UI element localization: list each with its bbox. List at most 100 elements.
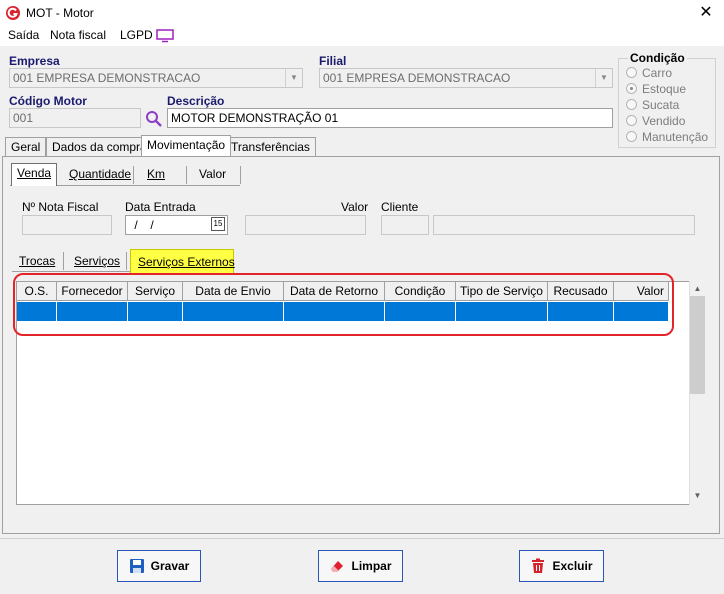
column-header-fornecedor[interactable]: Fornecedor — [57, 282, 128, 301]
table-cell[interactable] — [385, 302, 456, 321]
tab-geral[interactable]: Geral — [5, 137, 47, 156]
table-cell[interactable] — [456, 302, 548, 321]
scroll-up-icon[interactable]: ▲ — [690, 282, 705, 296]
radio-estoque[interactable]: Estoque — [626, 82, 686, 96]
filial-label: Filial — [319, 54, 347, 68]
menu-saida[interactable]: Saída — [8, 28, 39, 42]
tab-trocas[interactable]: Trocas — [19, 254, 55, 268]
descricao-input[interactable]: MOTOR DEMONSTRAÇÃO 01 — [167, 108, 613, 128]
valor-label: Valor — [341, 200, 369, 214]
app-logo-icon — [6, 6, 20, 20]
radio-manutencao[interactable]: Manutenção — [626, 130, 708, 144]
column-header-recusado[interactable]: Recusado — [548, 282, 614, 301]
table-cell[interactable] — [284, 302, 385, 321]
menu-bar: Saída Nota fiscal LGPD — [0, 26, 724, 46]
column-header-condicao[interactable]: Condição — [385, 282, 456, 301]
tab-servicos[interactable]: Serviços — [74, 254, 120, 268]
gravar-label: Gravar — [150, 559, 190, 573]
column-header-os[interactable]: O.S. — [17, 282, 57, 301]
radio-label: Manutenção — [642, 130, 709, 144]
scroll-down-icon[interactable]: ▼ — [690, 489, 705, 503]
radio-checked-icon — [626, 83, 637, 94]
column-header-data-retorno[interactable]: Data de Retorno — [284, 282, 385, 301]
table-cell[interactable] — [614, 302, 669, 321]
nota-fiscal-input[interactable] — [22, 215, 112, 235]
table-cell[interactable] — [57, 302, 128, 321]
radio-sucata[interactable]: Sucata — [626, 98, 679, 112]
search-icon[interactable] — [145, 110, 163, 128]
tab-dados-da-compra[interactable]: Dados da compra — [46, 137, 153, 156]
tab-transferencias[interactable]: Transferências — [225, 137, 316, 156]
column-header-servico[interactable]: Serviço — [128, 282, 183, 301]
divider — [63, 252, 64, 270]
close-button[interactable]: ✕ — [688, 0, 724, 26]
excluir-label: Excluir — [552, 559, 593, 573]
condicao-title: Condição — [628, 51, 687, 65]
menu-nota-fiscal[interactable]: Nota fiscal — [50, 28, 106, 42]
descricao-label: Descrição — [167, 94, 225, 108]
data-entrada-input[interactable]: / / 15 — [125, 215, 228, 235]
tab-label: Serviços Externos — [138, 255, 235, 269]
window-title: MOT - Motor — [26, 6, 94, 20]
column-header-data-envio[interactable]: Data de Envio — [183, 282, 284, 301]
subtab-label: Venda — [17, 166, 52, 180]
menu-lgpd[interactable]: LGPD — [120, 28, 153, 42]
empresa-combo[interactable]: 001 EMPRESA DEMONSTRACAO ▼ — [9, 68, 303, 88]
radio-label: Carro — [642, 66, 673, 80]
empresa-value: 001 EMPRESA DEMONSTRACAO — [13, 71, 201, 85]
limpar-label: Limpar — [351, 559, 392, 573]
subtab-quantidade[interactable]: Quantidade — [69, 167, 131, 181]
subtab-venda[interactable]: Venda — [11, 163, 58, 186]
calendar-icon[interactable]: 15 — [211, 217, 225, 231]
codigo-motor-label: Código Motor — [9, 94, 87, 108]
table-cell[interactable] — [17, 302, 57, 321]
column-header-valor[interactable]: Valor — [614, 282, 669, 301]
gravar-button[interactable]: Gravar — [117, 550, 201, 582]
empresa-label: Empresa — [9, 54, 60, 68]
scrollbar-thumb[interactable] — [690, 296, 705, 394]
table-cell[interactable] — [548, 302, 614, 321]
monitor-icon[interactable] — [156, 29, 174, 43]
radio-vendido[interactable]: Vendido — [626, 114, 685, 128]
data-entrada-label: Data Entrada — [125, 200, 196, 214]
valor-input[interactable] — [245, 215, 366, 235]
trash-icon — [532, 558, 545, 573]
table-cell[interactable] — [183, 302, 284, 321]
tab-label: Serviços — [74, 254, 121, 268]
servicos-externos-grid[interactable]: O.S. Fornecedor Serviço Data de Envio Da… — [16, 281, 706, 505]
filial-combo[interactable]: 001 EMPRESA DEMONSTRACAO ▼ — [319, 68, 613, 88]
radio-icon — [626, 67, 637, 78]
tab-servicos-externos[interactable]: Serviços Externos — [130, 249, 235, 273]
excluir-button[interactable]: Excluir — [519, 550, 604, 582]
chevron-down-icon[interactable]: ▼ — [285, 69, 302, 87]
title-bar — [0, 0, 724, 26]
subtab-valor[interactable]: Valor — [199, 167, 226, 181]
nota-fiscal-label: Nº Nota Fiscal — [22, 200, 99, 214]
cliente-code-input[interactable] — [381, 215, 429, 235]
subtab-label: Km — [147, 167, 165, 181]
divider — [126, 252, 127, 270]
radio-label: Vendido — [642, 114, 686, 128]
table-cell[interactable] — [128, 302, 183, 321]
data-entrada-value: / / — [129, 218, 162, 232]
cliente-label: Cliente — [381, 200, 419, 214]
limpar-button[interactable]: Limpar — [318, 550, 403, 582]
radio-icon — [626, 99, 637, 110]
save-icon — [129, 559, 144, 573]
divider — [240, 166, 241, 184]
radio-icon — [626, 131, 637, 142]
column-header-tipo-servico[interactable]: Tipo de Serviço — [456, 282, 548, 301]
tab-label: Trocas — [19, 254, 56, 268]
radio-icon — [626, 115, 637, 126]
subtab-km[interactable]: Km — [147, 167, 165, 181]
divider — [133, 166, 134, 184]
codigo-motor-input[interactable]: 001 — [9, 108, 141, 128]
radio-carro[interactable]: Carro — [626, 66, 672, 80]
chevron-down-icon[interactable]: ▼ — [595, 69, 612, 87]
subtab-label: Quantidade — [69, 167, 132, 181]
radio-label: Estoque — [642, 82, 687, 96]
eraser-icon — [331, 561, 344, 572]
cliente-name-input[interactable] — [433, 215, 695, 235]
tab-movimentacao[interactable]: Movimentação — [141, 135, 232, 156]
divider — [186, 166, 187, 184]
